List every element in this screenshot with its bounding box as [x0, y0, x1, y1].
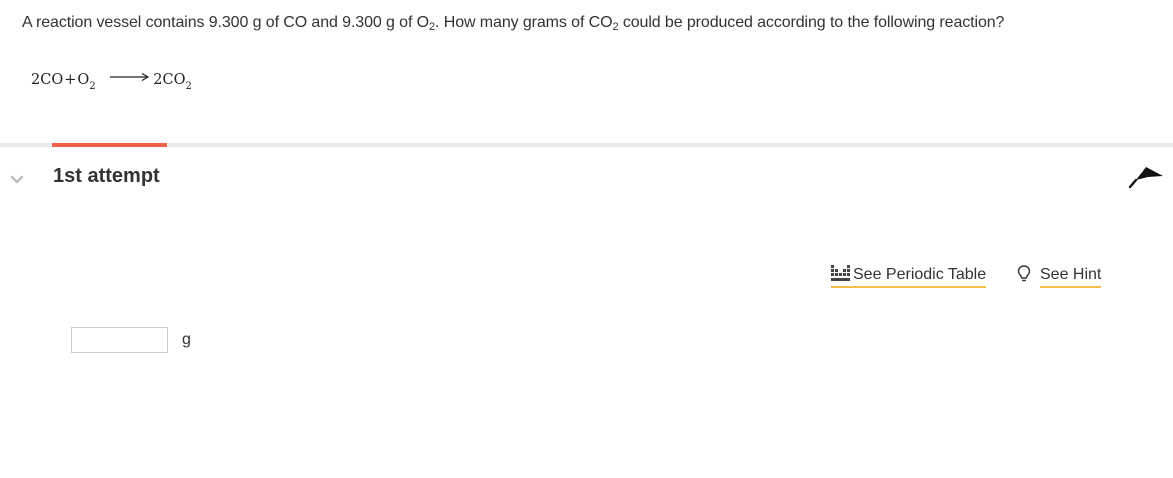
reactant-o2: O — [77, 72, 90, 88]
reactant-co: 2CO — [31, 72, 64, 88]
see-hint-link[interactable]: See Hint — [1017, 265, 1102, 290]
question-part3: could be produced according to the follo… — [618, 14, 1005, 31]
attempt-tab-indicator — [52, 143, 167, 147]
chevron-down-icon[interactable] — [10, 172, 24, 184]
question-part1: A reaction vessel contains 9.300 g of CO… — [22, 14, 430, 31]
lightbulb-icon — [1017, 265, 1031, 282]
see-periodic-table-link[interactable]: See Periodic Table — [831, 265, 987, 288]
question-part2: . How many grams of CO — [435, 14, 613, 31]
hint-label: See Hint — [1040, 266, 1102, 288]
periodic-table-icon — [831, 265, 850, 281]
flag-icon[interactable] — [1126, 165, 1166, 191]
product-co2: 2CO — [153, 72, 186, 88]
section-divider — [0, 143, 1173, 147]
question-text: A reaction vessel contains 9.300 g of CO… — [22, 14, 1005, 33]
reaction-arrow-icon — [110, 72, 150, 82]
reactant-o2-sub: 2 — [89, 81, 96, 92]
plus-sign: + — [64, 72, 77, 88]
answer-unit-label: g — [182, 331, 191, 348]
product-co2-sub: 2 — [185, 81, 192, 92]
periodic-table-label: See Periodic Table — [853, 266, 987, 283]
attempt-title: 1st attempt — [53, 165, 160, 187]
reaction-equation: 2CO+O2 2CO2 — [31, 72, 192, 92]
answer-input[interactable] — [71, 327, 168, 353]
